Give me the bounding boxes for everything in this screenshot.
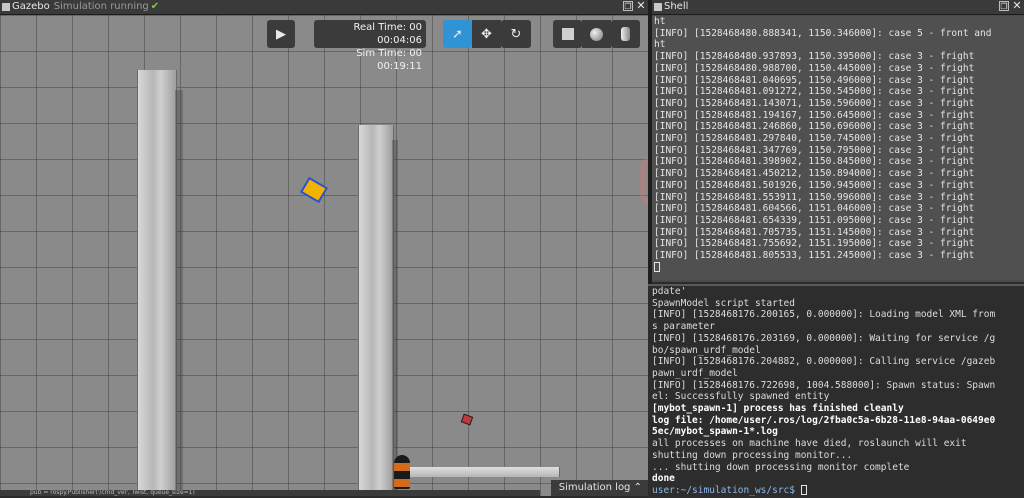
log-line: [INFO] [1528468480.937893, 1150.395000]:… [654, 51, 975, 63]
log-line: [INFO] [1528468481.398902, 1150.845000]:… [654, 156, 975, 168]
log-line: [INFO] [1528468481.347769, 1150.795000]:… [654, 144, 975, 156]
check-icon: ✔ [150, 1, 160, 12]
log-line: [INFO] [1528468481.553911, 1150.996000]:… [654, 191, 975, 203]
log-line: s parameter [652, 321, 715, 333]
editor-peek: pub = rospy.Publisher('/cmd_vel', Twist,… [0, 490, 540, 496]
play-button[interactable]: ▶ [267, 20, 295, 48]
wall-left-shadow [175, 90, 183, 490]
log-line: bo/spawn_urdf_model [652, 344, 761, 356]
gazebo-titlebar: Gazebo Simulation running ✔ ❐ ✕ [0, 0, 648, 15]
log-line: [INFO] [1528468481.143071, 1150.596000]:… [654, 97, 975, 109]
sphere-icon [590, 27, 603, 41]
wall-left [137, 70, 177, 490]
select-mode-button[interactable]: ➚ [443, 20, 472, 48]
log-line: [INFO] [1528468481.755692, 1151.195000]:… [654, 238, 975, 250]
log-line: [INFO] [1528468481.705735, 1151.145000]:… [654, 226, 975, 238]
wall-right-shadow [392, 140, 398, 495]
gazebo-app-icon [2, 3, 10, 11]
log-line: SpawnModel script started [652, 297, 795, 309]
simulation-status: Simulation running [53, 1, 149, 12]
log-line-bold: 5ec/mybot_spawn-1*.log [652, 426, 778, 438]
rotate-icon: ↻ [510, 26, 522, 42]
log-line: [INFO] [1528468176.200165, 0.000000]: Lo… [652, 309, 996, 321]
shell-output[interactable]: ht [INFO] [1528468480.888341, 1150.346000… [652, 16, 1024, 280]
log-line: pdate' [652, 286, 687, 297]
log-line: [INFO] [1528468481.040695, 1150.496000]:… [654, 74, 975, 86]
simulation-log-label: Simulation log [558, 482, 631, 493]
sim-time-value: 00:19:11 [377, 61, 422, 72]
box-icon [561, 28, 574, 40]
log-line: [INFO] [1528468481.654339, 1151.095000]:… [654, 214, 975, 226]
done-line: done [652, 473, 675, 485]
log-line: [INFO] [1528468480.888341, 1150.346000]:… [654, 27, 992, 39]
cylinder-icon [621, 27, 630, 41]
log-line: [INFO] [1528468176.204882, 0.000000]: Ca… [652, 356, 996, 368]
log-line: pawn_urdf_model [652, 367, 738, 379]
restore-icon[interactable]: ❐ [623, 1, 633, 11]
gazebo-window: Gazebo Simulation running ✔ ❐ ✕ ▶ Real Tim… [0, 0, 648, 496]
text-cursor [654, 261, 660, 272]
real-time-value: 00:04:06 [377, 35, 422, 46]
log-line: [INFO] [1528468481.246860, 1150.696000]:… [654, 121, 975, 133]
cylinder-shape-button[interactable] [611, 20, 640, 48]
log-line: ht [654, 39, 666, 51]
shell-titlebar: Shell ❐ ✕ [652, 0, 1024, 15]
wall-right [358, 125, 394, 496]
time-panel: Real Time: 00 00:04:06 [314, 20, 426, 48]
log-line: el: Successfully spawned entity [652, 391, 830, 403]
log-line: [INFO] [1528468481.194167, 1150.645000]:… [654, 109, 975, 121]
arrow-pointer-icon: ➚ [452, 26, 463, 42]
shell-window: Shell ❐ ✕ ht [INFO] [1528468480.888341, 1… [652, 0, 1024, 282]
sphere-shape-button[interactable] [582, 20, 611, 48]
log-line: [INFO] [1528468481.501926, 1150.945000]:… [654, 179, 975, 191]
wall-bottom [398, 467, 560, 477]
log-line: [INFO] [1528468481.604566, 1151.046000]:… [654, 203, 975, 215]
prompt-line[interactable]: user:~/simulation_ws/src$ [652, 484, 1024, 497]
rotate-mode-button[interactable]: ↻ [501, 20, 531, 48]
restore-icon[interactable]: ❐ [999, 1, 1009, 11]
translate-mode-button[interactable]: ✥ [472, 20, 501, 48]
simulation-log-button[interactable]: Simulation log ⌃ [550, 480, 648, 496]
log-line: [INFO] [1528468481.297840, 1150.745000]:… [654, 133, 975, 145]
log-line: [INFO] [1528468481.091272, 1150.545000]:… [654, 86, 975, 98]
robot-model[interactable] [299, 176, 329, 204]
cursor-line [654, 261, 1024, 274]
log-line: [INFO] [1528468176.722698, 1004.588000]:… [652, 379, 996, 391]
log-line: ... shutting down processing monitor com… [652, 461, 910, 473]
3d-viewport[interactable]: ▶ Real Time: 00 00:04:06 Sim Time: 00 00… [0, 15, 648, 496]
log-line: [INFO] [1528468481.450212, 1150.894000]:… [654, 168, 975, 180]
move-arrows-icon: ✥ [481, 26, 492, 42]
sim-time-label: Sim Time: 00 [356, 48, 422, 59]
play-icon: ▶ [276, 26, 286, 42]
real-time-label: Real Time: 00 [353, 22, 422, 33]
log-line: [INFO] [1528468480.988700, 1150.445000]:… [654, 62, 975, 74]
log-line-bold: [mybot_spawn-1] process has finished cle… [652, 403, 904, 415]
traffic-cone [394, 455, 410, 489]
log-line: all processes on machine have died, rosl… [652, 438, 967, 450]
shell-title: Shell [664, 1, 689, 12]
shell-prompt: user:~/simulation_ws/src$ [652, 484, 801, 496]
close-icon[interactable]: ✕ [1012, 0, 1022, 11]
text-cursor [800, 484, 807, 495]
box-shape-button[interactable] [553, 20, 582, 48]
log-line: [INFO] [1528468176.203169, 0.000000]: Wa… [652, 332, 996, 344]
background-decoration [640, 155, 648, 207]
close-icon[interactable]: ✕ [636, 0, 646, 11]
gazebo-window-buttons: ❐ ✕ [623, 0, 646, 11]
log-line: [INFO] [1528468481.805533, 1151.245000]:… [654, 250, 975, 262]
chevron-up-icon: ⌃ [633, 482, 642, 493]
shell-app-icon [654, 3, 662, 11]
small-obstacle [460, 413, 474, 426]
log-line-bold: log file: /home/user/.ros/log/2fba0c5a-6… [652, 414, 996, 426]
shell-window-buttons: ❐ ✕ [999, 0, 1022, 11]
log-line: shutting down processing monitor... [652, 449, 853, 461]
launch-terminal: pdate' SpawnModel script started [INFO] [1… [648, 284, 1024, 498]
terminal-output[interactable]: pdate' SpawnModel script started [INFO] [1… [650, 286, 1024, 498]
gazebo-title: Gazebo Simulation running ✔ [12, 1, 160, 12]
log-line: ht [654, 16, 666, 27]
